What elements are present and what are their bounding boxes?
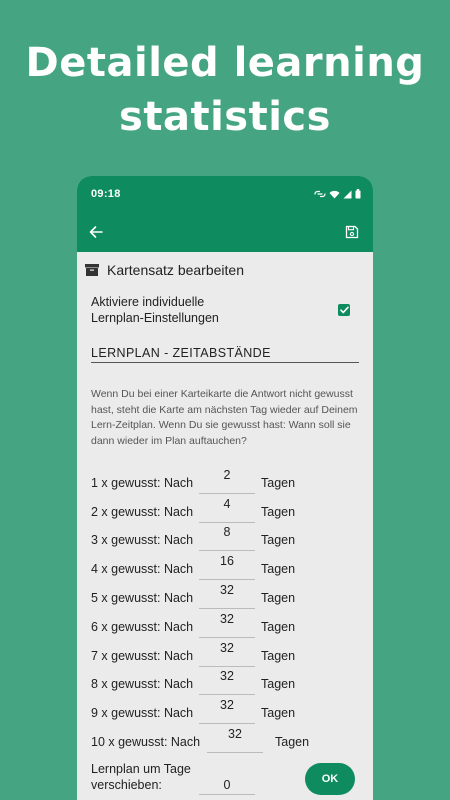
- interval-days-value: 4: [223, 496, 231, 511]
- interval-unit: Tagen: [261, 562, 296, 577]
- interval-unit: Tagen: [261, 619, 296, 634]
- interval-row: 7 x gewusst: Nach 32 Tagen: [91, 638, 359, 667]
- interval-label: 4 x gewusst: Nach: [91, 562, 194, 577]
- interval-row: 3 x gewusst: Nach 8 Tagen: [91, 523, 359, 552]
- individual-settings-label: Aktiviere individuelle Lernplan-Einstell…: [91, 294, 291, 326]
- interval-row: 6 x gewusst: Nach 32 Tagen: [91, 609, 359, 638]
- interval-days-value: 16: [220, 554, 234, 569]
- interval-days-value: 32: [220, 640, 234, 655]
- interval-days-input[interactable]: 32: [199, 583, 255, 609]
- interval-days-input[interactable]: 8: [199, 525, 255, 552]
- edit-deck-form: Kartensatz bearbeiten Aktiviere individu…: [77, 252, 373, 795]
- ok-button[interactable]: OK: [305, 762, 355, 795]
- arrow-left-icon: [89, 226, 103, 238]
- interval-days-input[interactable]: 32: [199, 698, 255, 725]
- interval-days-input[interactable]: 16: [199, 554, 255, 581]
- floppy-disk-icon: [345, 225, 359, 239]
- interval-row: 10 x gewusst: Nach 32 Tagen: [91, 724, 359, 753]
- interval-days-input[interactable]: 2: [199, 468, 255, 494]
- app-bar: [77, 212, 373, 252]
- individual-settings-label-line-1: Aktiviere individuelle: [91, 295, 205, 309]
- interval-label: 10 x gewusst: Nach: [91, 734, 201, 749]
- interval-unit: Tagen: [261, 590, 296, 605]
- interval-label: 7 x gewusst: Nach: [91, 648, 194, 663]
- shift-schedule-label-line-2: verschieben:: [91, 777, 162, 792]
- status-time: 09:18: [91, 188, 121, 200]
- interval-unit: Tagen: [261, 533, 296, 548]
- interval-row: 5 x gewusst: Nach 32 Tagen: [91, 580, 359, 609]
- schedule-description: Wenn Du bei einer Karteikarte die Antwor…: [91, 388, 358, 447]
- interval-days-input[interactable]: 32: [199, 612, 255, 638]
- interval-row: 9 x gewusst: Nach 32 Tagen: [91, 695, 359, 725]
- shift-schedule-label: Lernplan um Tage verschieben:: [91, 761, 199, 793]
- interval-row: 4 x gewusst: Nach 16 Tagen: [91, 551, 359, 581]
- wifi-icon: [329, 190, 340, 198]
- interval-label: 2 x gewusst: Nach: [91, 504, 194, 519]
- individual-settings-label-line-2: Lernplan-Einstellungen: [91, 311, 219, 325]
- shift-schedule-label-line-1: Lernplan um Tage: [91, 761, 191, 776]
- individual-settings-row[interactable]: Aktiviere individuelle Lernplan-Einstell…: [91, 292, 359, 328]
- shift-schedule-row: Lernplan um Tage verschieben: 0 OK: [91, 759, 359, 795]
- interval-days-value: 32: [220, 698, 234, 713]
- interval-label: 1 x gewusst: Nach: [91, 475, 194, 490]
- interval-list: 1 x gewusst: Nach 2 Tagen 2 x gewusst: N…: [91, 465, 359, 753]
- interval-row: 8 x gewusst: Nach 32 Tagen: [91, 667, 359, 696]
- status-icons: [314, 189, 361, 199]
- interval-days-input[interactable]: 32: [199, 669, 255, 696]
- interval-days-value: 32: [220, 669, 234, 684]
- schedule-heading: LERNPLAN - ZEITABSTÄNDE: [91, 346, 359, 363]
- status-bar: 09:18: [77, 176, 373, 212]
- interval-label: 8 x gewusst: Nach: [91, 677, 194, 692]
- shift-days-input[interactable]: 0: [199, 773, 255, 795]
- individual-settings-checkbox[interactable]: [338, 304, 350, 316]
- interval-days-value: 8: [223, 525, 231, 540]
- interval-label: 3 x gewusst: Nach: [91, 533, 194, 548]
- interval-days-input[interactable]: 4: [199, 497, 255, 523]
- headline-line-2: statistics: [119, 94, 331, 140]
- interval-label: 6 x gewusst: Nach: [91, 619, 194, 634]
- section-title: Kartensatz bearbeiten: [107, 262, 244, 278]
- checkmark-icon: [339, 306, 349, 314]
- phone-screen: 09:18 Kartensatz bearbeiten Aktiviere in…: [77, 176, 373, 800]
- interval-unit: Tagen: [261, 504, 296, 519]
- headline-line-1: Detailed learning: [25, 40, 425, 86]
- interval-row: 2 x gewusst: Nach 4 Tagen: [91, 494, 359, 523]
- archive-box-icon: [85, 264, 99, 276]
- interval-days-value: 32: [220, 611, 234, 626]
- section-header: Kartensatz bearbeiten: [85, 252, 359, 288]
- link-icon: [314, 190, 326, 198]
- interval-days-input[interactable]: 32: [207, 727, 263, 753]
- interval-unit: Tagen: [261, 648, 296, 663]
- interval-days-input[interactable]: 32: [199, 641, 255, 667]
- interval-days-value: 32: [228, 726, 242, 741]
- interval-unit: Tagen: [261, 706, 296, 721]
- interval-unit: Tagen: [261, 677, 296, 692]
- interval-unit: Tagen: [275, 734, 310, 749]
- save-button[interactable]: [345, 225, 359, 239]
- interval-days-value: 2: [223, 467, 231, 482]
- interval-days-value: 32: [220, 582, 234, 597]
- headline: Detailed learning statistics: [0, 36, 450, 144]
- back-button[interactable]: [89, 225, 103, 239]
- interval-label: 9 x gewusst: Nach: [91, 706, 194, 721]
- interval-unit: Tagen: [261, 475, 296, 490]
- battery-icon: [355, 189, 361, 199]
- interval-row: 1 x gewusst: Nach 2 Tagen: [91, 465, 359, 494]
- signal-icon: [343, 190, 352, 198]
- interval-label: 5 x gewusst: Nach: [91, 590, 194, 605]
